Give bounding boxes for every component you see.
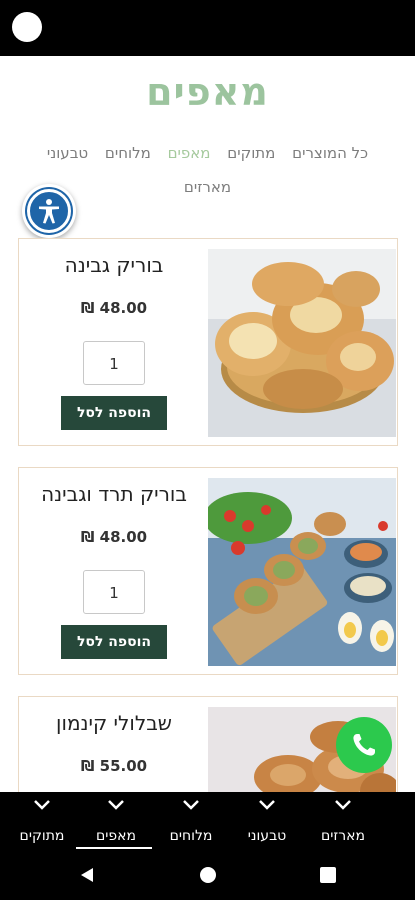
product-info: בוריק תרד וגבינה 48.00 ₪ 1 הוספה לסל [19,468,209,674]
category-all[interactable]: כל המוצרים [292,144,368,162]
nav-item-boxes[interactable]: מארזים [303,792,383,850]
bottom-category-nav: מתוקים מאפים מלוחים טבעוני מארזים [0,792,415,850]
nav-item-vegan[interactable]: טבעוני [227,792,307,850]
chevron-down-icon [108,800,124,810]
nav-label: מתוקים [19,828,65,844]
chevron-down-icon [259,800,275,810]
nav-label: טבעוני [247,828,287,844]
product-name[interactable]: שבלולי קינמון [19,711,209,735]
camera-cutout [12,12,42,42]
add-to-cart-button[interactable]: הוספה לסל [61,625,167,659]
product-name[interactable]: בוריק גבינה [19,253,209,277]
accessibility-icon [27,189,71,233]
product-price: 48.00 ₪ [80,299,148,317]
page-title: מאפים [146,70,269,114]
category-boxes[interactable]: מארזים [184,178,231,196]
category-filter: כל המוצרים מתוקים מאפים מלוחים טבעוני [0,144,415,172]
home-icon[interactable] [199,866,217,884]
chevron-down-icon [34,800,50,810]
back-icon[interactable] [78,866,96,884]
recents-icon[interactable] [319,866,337,884]
quantity-input[interactable]: 1 [83,341,145,385]
product-card: בוריק תרד וגבינה 48.00 ₪ 1 הוספה לסל [18,467,398,675]
nav-item-pastries[interactable]: מאפים [76,792,156,850]
product-image-spinach-borek[interactable] [208,478,396,666]
product-price: 48.00 ₪ [80,528,148,546]
nav-label: מאפים [95,828,137,844]
status-bar [0,0,415,56]
category-vegan[interactable]: טבעוני [47,144,88,162]
phone-icon [353,734,375,756]
chevron-down-icon [183,800,199,810]
category-pastries[interactable]: מאפים [168,144,211,162]
product-price: 55.00 ₪ [80,757,148,775]
product-card: בוריק גבינה 48.00 ₪ 1 הוספה לסל [18,238,398,446]
add-to-cart-button[interactable]: הוספה לסל [61,396,167,430]
active-tab-indicator [76,847,152,849]
product-image-cheese-borek[interactable] [208,249,396,437]
accessibility-button[interactable] [22,184,76,238]
nav-label: מלוחים [169,828,213,844]
whatsapp-call-button[interactable] [336,717,392,773]
quantity-input[interactable]: 1 [83,570,145,614]
chevron-down-icon [335,800,351,810]
nav-item-sweets[interactable]: מתוקים [2,792,82,850]
product-info: שבלולי קינמון 55.00 ₪ [19,697,209,792]
category-sweets[interactable]: מתוקים [227,144,275,162]
app-screen: מאפים כל המוצרים מתוקים מאפים מלוחים טבע… [0,56,415,792]
category-salty[interactable]: מלוחים [105,144,151,162]
nav-item-salty[interactable]: מלוחים [151,792,231,850]
product-name[interactable]: בוריק תרד וגבינה [19,482,209,506]
system-navigation-bar [0,850,415,900]
phone-frame: מאפים כל המוצרים מתוקים מאפים מלוחים טבע… [0,0,415,900]
product-info: בוריק גבינה 48.00 ₪ 1 הוספה לסל [19,239,209,445]
nav-label: מארזים [320,828,366,844]
